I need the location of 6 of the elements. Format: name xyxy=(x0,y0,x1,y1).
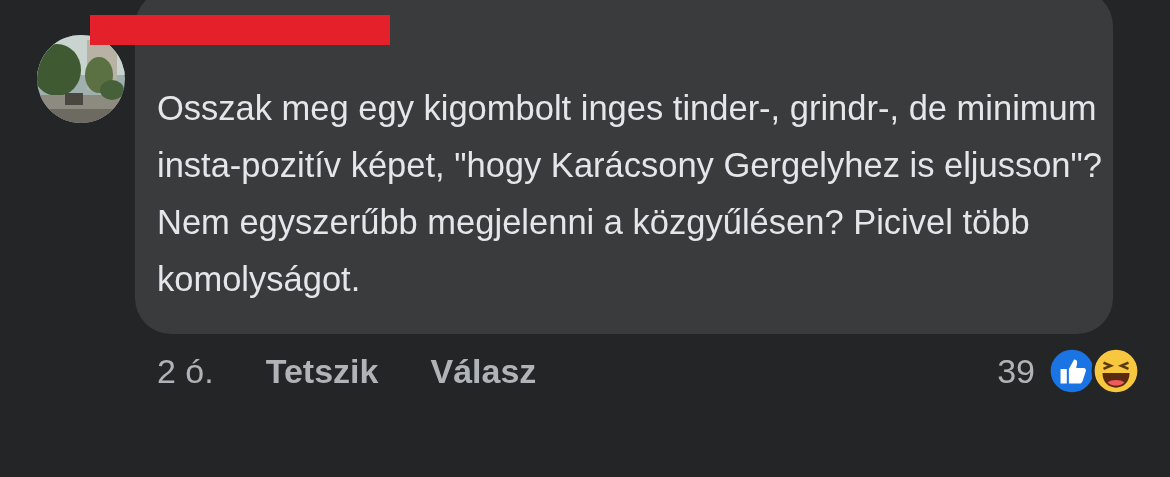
comment-text: Osszak meg egy kigombolt inges tinder-, grindr-, de minimum insta-pozitív képet, "hogy Karácsony Gergelyhez is eljusson"? Nem egyszerűbb megjelenni a közgyűlésen? Picivel több komolyságot. xyxy=(157,88,1103,300)
comment-time: 2 ó. xyxy=(157,351,214,391)
reaction-count: 39 xyxy=(997,351,1035,391)
like-link[interactable]: Tetszik xyxy=(265,351,379,391)
laughing-face-icon xyxy=(1091,346,1141,396)
reply-link[interactable]: Válasz xyxy=(430,351,537,391)
